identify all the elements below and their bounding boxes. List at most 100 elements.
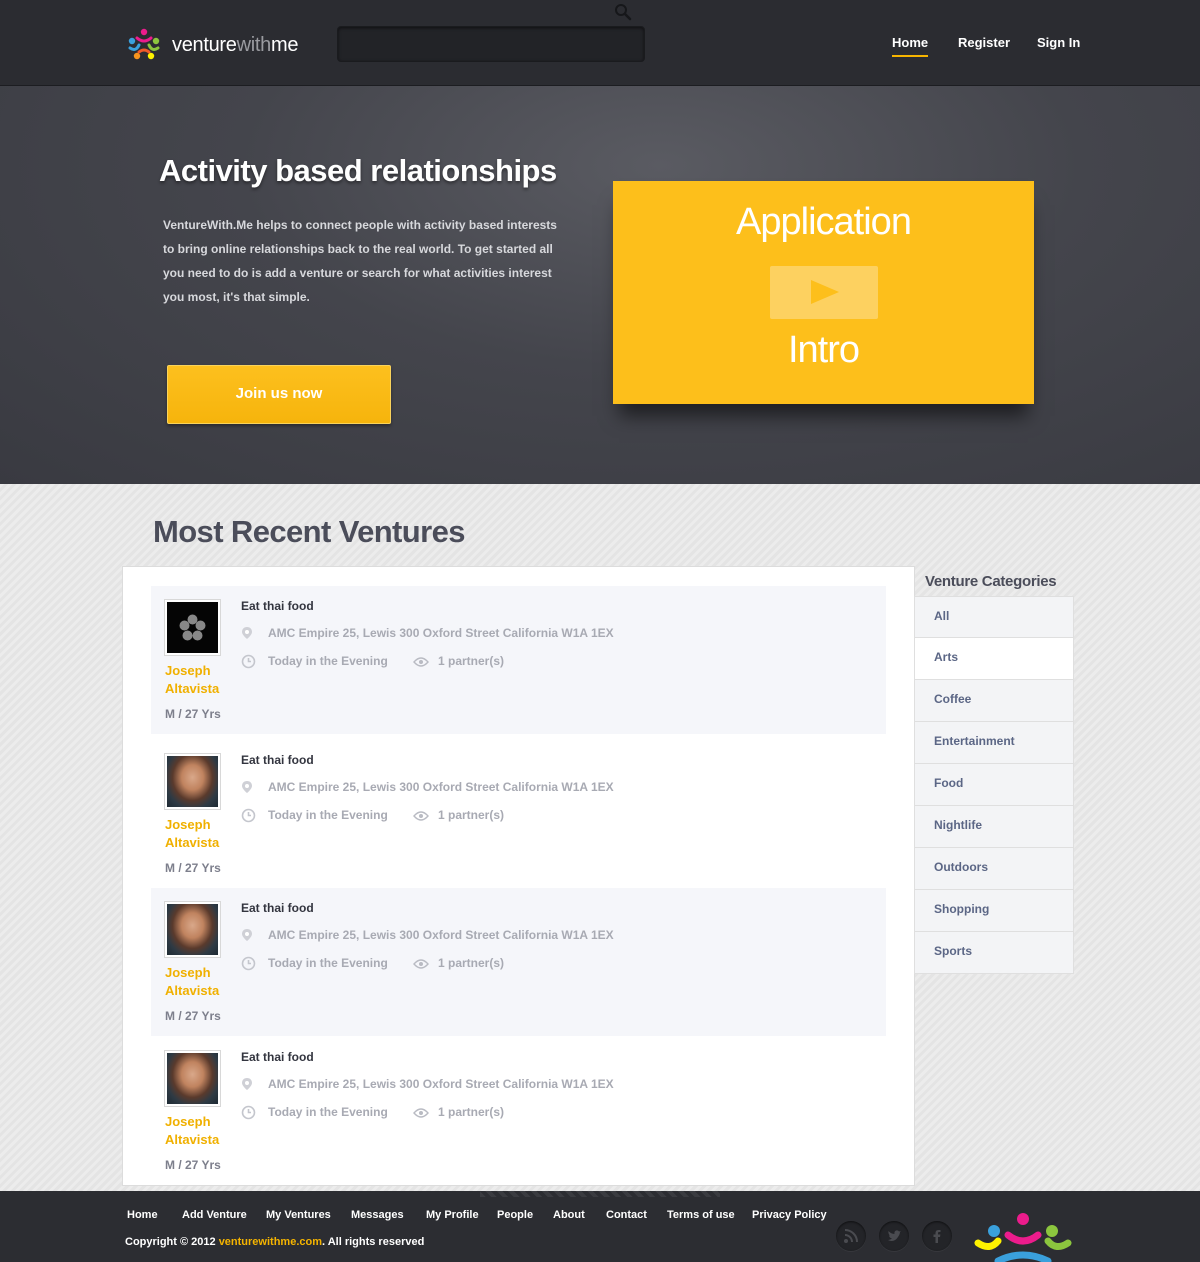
category-sports[interactable]: Sports — [914, 932, 1074, 974]
category-entertainment[interactable]: Entertainment — [914, 722, 1074, 764]
location-pin-icon — [242, 1078, 252, 1090]
user-first-name: Joseph — [165, 817, 211, 832]
video-play-button[interactable] — [770, 266, 878, 319]
user-name-link[interactable]: Joseph Altavista — [165, 964, 245, 1000]
footer-link-privacy[interactable]: Privacy Policy — [752, 1209, 827, 1221]
main-content: Most Recent Ventures Joseph Altavista M /… — [0, 484, 1200, 1191]
avatar-image — [167, 756, 218, 807]
ventures-list: Joseph Altavista M / 27 Yrs Eat thai food… — [122, 566, 915, 1186]
search-icon[interactable] — [614, 3, 632, 21]
venture-partners: 1 partner(s) — [438, 808, 505, 822]
footer-link-my-profile[interactable]: My Profile — [426, 1209, 479, 1221]
venture-partners: 1 partner(s) — [438, 1105, 505, 1119]
avatar-image — [167, 602, 218, 653]
avatar-image — [167, 904, 218, 955]
footer-link-home[interactable]: Home — [127, 1209, 158, 1221]
footer-link-messages[interactable]: Messages — [351, 1209, 404, 1221]
join-us-button[interactable]: Join us now — [167, 365, 391, 424]
footer-link-my-ventures[interactable]: My Ventures — [266, 1209, 331, 1221]
logo-people-icon — [128, 28, 160, 60]
categories-list: All Arts Coffee Entertainment Food Night… — [914, 596, 1074, 974]
clock-icon — [241, 956, 256, 971]
copyright-link[interactable]: venturewithme.com — [219, 1236, 322, 1248]
venture-title[interactable]: Eat thai food — [241, 1050, 314, 1064]
category-shopping[interactable]: Shopping — [914, 890, 1074, 932]
copyright: Copyright © 2012 venturewithme.com. All … — [125, 1236, 425, 1248]
venture-location: AMC Empire 25, Lewis 300 Oxford Street C… — [268, 626, 614, 640]
location-pin-icon — [242, 929, 252, 941]
footer-link-add-venture[interactable]: Add Venture — [182, 1209, 247, 1221]
eye-icon — [413, 959, 429, 969]
hero-description: VentureWith.Me helps to connect people w… — [163, 218, 557, 304]
play-icon — [811, 280, 839, 304]
user-meta: M / 27 Yrs — [165, 1158, 221, 1172]
venture-location: AMC Empire 25, Lewis 300 Oxford Street C… — [268, 780, 614, 794]
facebook-icon[interactable] — [922, 1221, 952, 1251]
clock-icon — [241, 654, 256, 669]
category-nightlife[interactable]: Nightlife — [914, 806, 1074, 848]
intro-video[interactable]: Application Intro — [613, 181, 1034, 404]
video-title-bottom: Intro — [787, 329, 860, 371]
avatar[interactable] — [164, 599, 221, 656]
logo-wordmark: venturewithme — [172, 34, 299, 56]
venture-item[interactable]: Joseph Altavista M / 27 Yrs Eat thai food… — [151, 740, 886, 888]
category-coffee[interactable]: Coffee — [914, 680, 1074, 722]
venture-time: Today in the Evening — [268, 654, 388, 668]
section-title: Most Recent Ventures — [153, 514, 465, 549]
clock-icon — [241, 808, 256, 823]
venture-title[interactable]: Eat thai food — [241, 753, 314, 767]
venture-partners: 1 partner(s) — [438, 956, 505, 970]
category-outdoors[interactable]: Outdoors — [914, 848, 1074, 890]
rss-icon[interactable] — [836, 1221, 866, 1251]
user-first-name: Joseph — [165, 663, 211, 678]
user-name-link[interactable]: Joseph Altavista — [165, 662, 245, 698]
category-all[interactable]: All — [914, 596, 1074, 638]
footer-link-terms[interactable]: Terms of use — [667, 1209, 735, 1221]
eye-icon — [413, 1108, 429, 1118]
avatar-logo-icon — [179, 614, 206, 641]
user-meta: M / 27 Yrs — [165, 1009, 221, 1023]
user-name-link[interactable]: Joseph Altavista — [165, 816, 245, 852]
user-meta: M / 27 Yrs — [165, 707, 221, 721]
footer-link-about[interactable]: About — [553, 1209, 585, 1221]
avatar[interactable] — [164, 901, 221, 958]
footer-link-contact[interactable]: Contact — [606, 1209, 647, 1221]
avatar[interactable] — [164, 753, 221, 810]
hero-section: Activity based relationships VentureWith… — [0, 86, 1200, 484]
venture-title[interactable]: Eat thai food — [241, 599, 314, 613]
categories-title: Venture Categories — [925, 573, 1057, 590]
avatar[interactable] — [164, 1050, 221, 1107]
eye-icon — [413, 811, 429, 821]
location-pin-icon — [242, 781, 252, 793]
user-last-name: Altavista — [165, 983, 220, 998]
footer-divider — [480, 1191, 720, 1197]
venture-item[interactable]: Joseph Altavista M / 27 Yrs Eat thai food… — [151, 1037, 886, 1185]
user-first-name: Joseph — [165, 1114, 211, 1129]
user-meta: M / 27 Yrs — [165, 861, 221, 875]
footer-link-people[interactable]: People — [497, 1209, 533, 1221]
venture-partners: 1 partner(s) — [438, 654, 505, 668]
site-logo[interactable]: venturewithme — [126, 26, 316, 62]
nav-sign-in[interactable]: Sign In — [1037, 35, 1080, 50]
user-last-name: Altavista — [165, 835, 220, 850]
category-arts[interactable]: Arts — [914, 638, 1074, 680]
twitter-icon[interactable] — [879, 1221, 909, 1251]
site-footer: Home Add Venture My Ventures Messages My… — [0, 1191, 1200, 1262]
site-header: venturewithme Home Register Sign In — [0, 0, 1200, 86]
hero-title: Activity based relationships — [159, 153, 557, 188]
user-last-name: Altavista — [165, 1132, 220, 1147]
avatar-image — [167, 1053, 218, 1104]
nav-register[interactable]: Register — [958, 35, 1010, 50]
venture-location: AMC Empire 25, Lewis 300 Oxford Street C… — [268, 1077, 614, 1091]
user-last-name: Altavista — [165, 681, 220, 696]
venture-time: Today in the Evening — [268, 808, 388, 822]
nav-home[interactable]: Home — [892, 35, 929, 57]
venture-item[interactable]: Joseph Altavista M / 27 Yrs Eat thai food… — [151, 888, 886, 1036]
venture-title[interactable]: Eat thai food — [241, 901, 314, 915]
search-input[interactable] — [337, 26, 645, 62]
venture-location: AMC Empire 25, Lewis 300 Oxford Street C… — [268, 928, 614, 942]
venture-item[interactable]: Joseph Altavista M / 27 Yrs Eat thai food… — [151, 586, 886, 734]
user-name-link[interactable]: Joseph Altavista — [165, 1113, 245, 1149]
category-food[interactable]: Food — [914, 764, 1074, 806]
venture-time: Today in the Evening — [268, 956, 388, 970]
